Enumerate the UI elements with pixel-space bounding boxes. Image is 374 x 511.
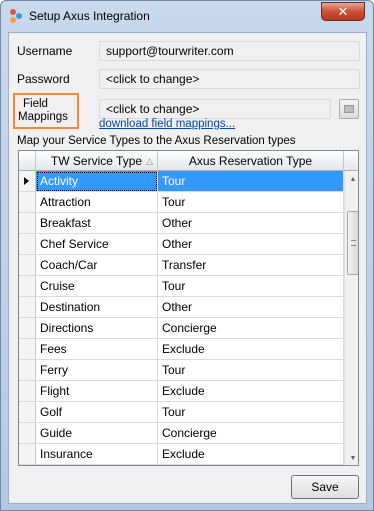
browse-button[interactable] [339, 99, 359, 119]
password-label: Password [17, 72, 70, 86]
row-selector[interactable] [19, 318, 36, 339]
save-button[interactable]: Save [291, 475, 359, 499]
cell-tw-service-type[interactable]: Flight [36, 381, 158, 402]
scroll-up-arrow-icon[interactable]: ▲ [345, 171, 358, 188]
cell-tw-service-type[interactable]: Activity [36, 171, 158, 192]
close-icon: ✕ [337, 4, 349, 19]
cell-axus-reservation-type[interactable]: Concierge [158, 423, 344, 444]
dialog-body: Username support@tourwriter.com Password… [8, 32, 367, 504]
table-row[interactable]: Flight Exclude [19, 381, 344, 402]
cell-axus-reservation-type[interactable]: Other [158, 213, 344, 234]
cell-tw-service-type[interactable]: Breakfast [36, 213, 158, 234]
download-field-mappings-link[interactable]: download field mappings... [99, 118, 235, 130]
cell-tw-service-type[interactable]: Chef Service [36, 234, 158, 255]
scrollbar-thumb[interactable] [347, 211, 358, 275]
row-selector[interactable] [19, 381, 36, 402]
column-header-tw-service-type[interactable]: TW Service Type △ [36, 151, 158, 171]
table-row[interactable]: Fees Exclude [19, 339, 344, 360]
title-bar[interactable]: Setup Axus Integration ✕ [1, 1, 373, 31]
table-row[interactable]: Chef Service Other [19, 234, 344, 255]
dialog-window: Setup Axus Integration ✕ Username suppor… [0, 0, 374, 511]
sort-triangle-icon: △ [146, 156, 153, 166]
field-mappings-highlight: Field Mappings [13, 93, 79, 129]
cell-axus-reservation-type[interactable]: Exclude [158, 381, 344, 402]
cell-axus-reservation-type[interactable]: Other [158, 234, 344, 255]
cell-axus-reservation-type[interactable]: Tour [158, 171, 344, 192]
current-row-icon [24, 177, 29, 185]
row-selector[interactable] [19, 360, 36, 381]
cell-axus-reservation-type[interactable]: Transfer [158, 255, 344, 276]
axus-logo-icon [10, 9, 22, 23]
cell-axus-reservation-type[interactable]: Exclude [158, 339, 344, 360]
table-row[interactable]: Ferry Tour [19, 360, 344, 381]
cell-tw-service-type[interactable]: Ferry [36, 360, 158, 381]
field-mappings-field[interactable]: <click to change> [99, 99, 331, 119]
row-selector[interactable] [19, 276, 36, 297]
row-selector[interactable] [19, 213, 36, 234]
row-selector[interactable] [19, 402, 36, 423]
cell-axus-reservation-type[interactable]: Tour [158, 360, 344, 381]
cell-axus-reservation-type[interactable]: Other [158, 297, 344, 318]
password-field[interactable]: <click to change> [99, 69, 360, 89]
grid-vertical-scrollbar[interactable]: ▲ ▼ [344, 171, 358, 465]
table-row[interactable]: Insurance Exclude [19, 444, 344, 465]
row-selector[interactable] [19, 171, 36, 192]
grid-header: TW Service Type △ Axus Reservation Type [19, 151, 358, 171]
column-header-axus-reservation-type[interactable]: Axus Reservation Type [158, 151, 344, 171]
column-header-label: TW Service Type [50, 154, 143, 168]
scrollbar-grip-icon [351, 240, 356, 246]
column-header-label: Axus Reservation Type [188, 154, 313, 168]
field-mappings-label-line2: Mappings [18, 111, 68, 123]
row-selector[interactable] [19, 444, 36, 465]
window-title: Setup Axus Integration [29, 9, 150, 23]
row-selector[interactable] [19, 339, 36, 360]
table-row[interactable]: Guide Concierge [19, 423, 344, 444]
scroll-down-arrow-icon[interactable]: ▼ [345, 450, 358, 465]
close-button[interactable]: ✕ [321, 2, 365, 21]
table-row[interactable]: Attraction Tour [19, 192, 344, 213]
table-row[interactable]: Golf Tour [19, 402, 344, 423]
row-selector[interactable] [19, 423, 36, 444]
username-label: Username [17, 44, 73, 58]
service-type-grid[interactable]: TW Service Type △ Axus Reservation Type … [18, 150, 359, 466]
cell-axus-reservation-type[interactable]: Exclude [158, 444, 344, 465]
row-selector[interactable] [19, 192, 36, 213]
table-row[interactable]: Activity Tour [19, 171, 344, 192]
cell-axus-reservation-type[interactable]: Tour [158, 402, 344, 423]
cell-tw-service-type[interactable]: Attraction [36, 192, 158, 213]
cell-tw-service-type[interactable]: Fees [36, 339, 158, 360]
table-row[interactable]: Directions Concierge [19, 318, 344, 339]
cell-tw-service-type[interactable]: Cruise [36, 276, 158, 297]
cell-tw-service-type[interactable]: Guide [36, 423, 158, 444]
cell-axus-reservation-type[interactable]: Concierge [158, 318, 344, 339]
cell-tw-service-type[interactable]: Coach/Car [36, 255, 158, 276]
table-row[interactable]: Coach/Car Transfer [19, 255, 344, 276]
row-selector[interactable] [19, 234, 36, 255]
row-selector[interactable] [19, 297, 36, 318]
cell-tw-service-type[interactable]: Destination [36, 297, 158, 318]
browse-icon [344, 105, 354, 113]
field-mappings-label-line1: Field [23, 98, 48, 110]
cell-axus-reservation-type[interactable]: Tour [158, 276, 344, 297]
cell-tw-service-type[interactable]: Golf [36, 402, 158, 423]
mapping-caption: Map your Service Types to the Axus Reser… [17, 135, 296, 147]
cell-tw-service-type[interactable]: Directions [36, 318, 158, 339]
cell-axus-reservation-type[interactable]: Tour [158, 192, 344, 213]
cell-tw-service-type[interactable]: Insurance [36, 444, 158, 465]
header-row-selector [19, 151, 36, 171]
table-row[interactable]: Breakfast Other [19, 213, 344, 234]
table-row[interactable]: Destination Other [19, 297, 344, 318]
table-row[interactable]: Cruise Tour [19, 276, 344, 297]
username-field[interactable]: support@tourwriter.com [99, 41, 360, 61]
row-selector[interactable] [19, 255, 36, 276]
